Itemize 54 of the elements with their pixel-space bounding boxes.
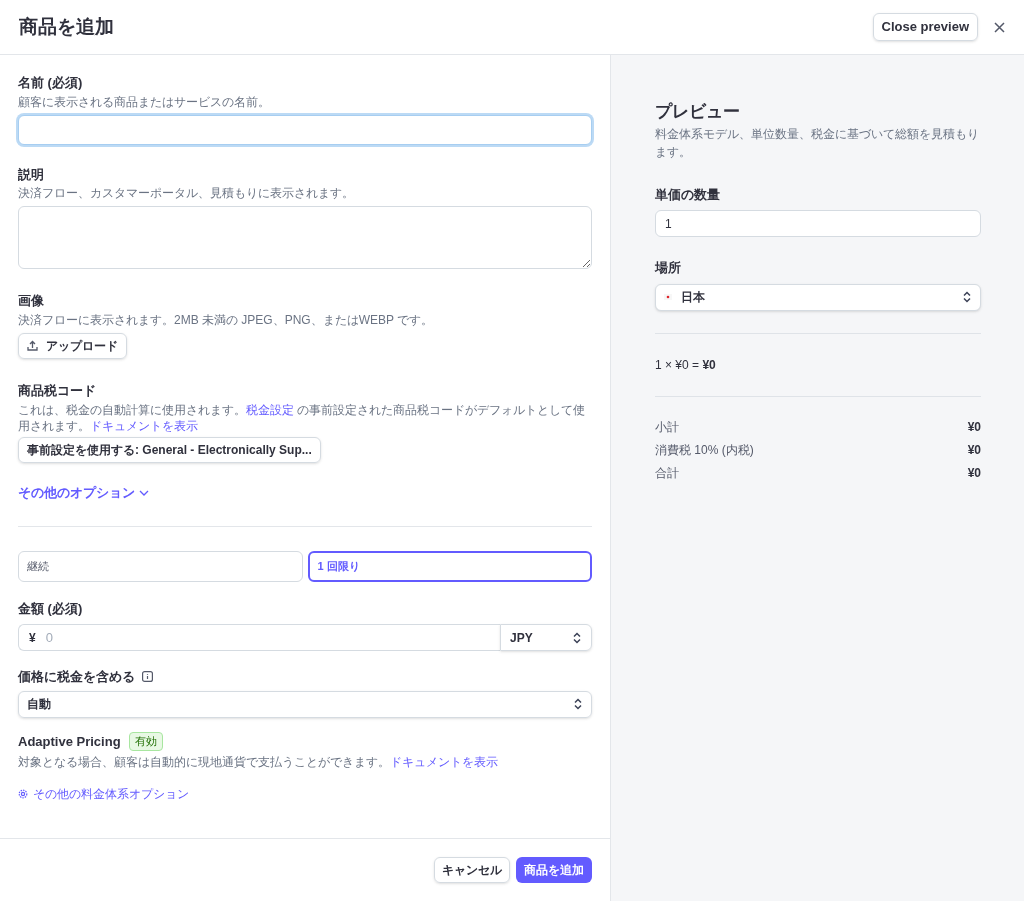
- summary-value: ¥0: [967, 464, 981, 482]
- preview-title: プレビュー: [655, 101, 741, 123]
- select-arrows-icon: [572, 631, 582, 644]
- summary-value: ¥0: [967, 418, 981, 436]
- adaptive-pricing-description: 対象となる場合、顧客は自動的に現地通貨で支払うことができます。ドキュメントを表示: [18, 754, 499, 771]
- upload-icon: [27, 340, 38, 351]
- tax-settings-link[interactable]: 税金設定: [246, 403, 294, 417]
- field-label: 場所: [655, 259, 682, 277]
- field-hint: 決済フローに表示されます。2MB 未満の JPEG、PNG、またはWEBP です。: [18, 311, 435, 329]
- close-icon[interactable]: [994, 21, 1005, 33]
- settings-icon: [18, 789, 28, 799]
- field-label: 商品税コード: [18, 381, 97, 400]
- amount-input[interactable]: 0: [45, 624, 500, 651]
- field-label: 説明: [18, 165, 45, 184]
- field-hint: 顧客に表示される商品またはサービスの名前。: [18, 93, 271, 111]
- more-pricing-options-link[interactable]: その他の料金体系オプション: [18, 785, 189, 803]
- documentation-link[interactable]: ドキュメントを表示: [90, 419, 198, 433]
- name-input[interactable]: [18, 114, 592, 145]
- adaptive-pricing-title: Adaptive Pricing: [18, 732, 121, 751]
- close-preview-button[interactable]: Close preview: [872, 13, 978, 41]
- quantity-input[interactable]: 1: [655, 210, 981, 237]
- flag-icon: [664, 294, 672, 300]
- info-icon[interactable]: [142, 671, 153, 683]
- description-input[interactable]: [18, 206, 592, 269]
- pricing-type-option[interactable]: 継続: [18, 550, 303, 582]
- status-badge: 有効: [128, 732, 163, 751]
- location-select[interactable]: 日本: [655, 283, 981, 311]
- chevron-down-icon: [139, 489, 149, 496]
- add-product-button[interactable]: 商品を追加: [516, 857, 592, 883]
- price-formula: 1 × ¥0 = ¥0: [655, 356, 717, 374]
- more-options-link[interactable]: その他のオプション: [18, 483, 149, 503]
- summary-value: ¥0: [967, 441, 981, 459]
- documentation-link[interactable]: ドキュメントを表示: [390, 755, 498, 769]
- tax-included-select[interactable]: 自動: [18, 690, 592, 718]
- upload-button[interactable]: アップロード: [18, 332, 127, 359]
- field-label: 名前 (必須): [18, 74, 84, 92]
- dialog-title: 商品を追加: [19, 14, 114, 39]
- select-arrows-icon: [573, 698, 583, 710]
- summary-label: 消費税 10% (内税): [655, 441, 754, 459]
- summary-label: 合計: [655, 464, 679, 482]
- currency-select[interactable]: JPY: [500, 624, 592, 651]
- select-arrows-icon: [962, 291, 972, 303]
- currency-symbol: ¥: [18, 624, 46, 651]
- tax-code-description: これは、税金の自動計算に使用されます。税金設定 の事前設定された商品税コードがデフォルトとして使用されます。ドキュメントを表示: [18, 402, 587, 434]
- field-label: 画像: [18, 292, 45, 310]
- preview-subtitle: 料金体系モデル、単位数量、税金に基づいて総額を見積もります。: [655, 125, 980, 161]
- tax-code-button[interactable]: 事前設定を使用する: General - Electronically Sup...: [18, 437, 321, 463]
- summary-label: 小計: [655, 418, 679, 436]
- field-label: 価格に税金を含める: [18, 668, 135, 686]
- field-label: 金額 (必須): [18, 599, 84, 618]
- cancel-button[interactable]: キャンセル: [434, 857, 510, 883]
- field-hint: 決済フロー、カスタマーポータル、見積もりに表示されます。: [18, 185, 355, 202]
- pricing-type-option[interactable]: 1 回限り: [307, 550, 592, 582]
- field-label: 単価の数量: [655, 185, 721, 204]
